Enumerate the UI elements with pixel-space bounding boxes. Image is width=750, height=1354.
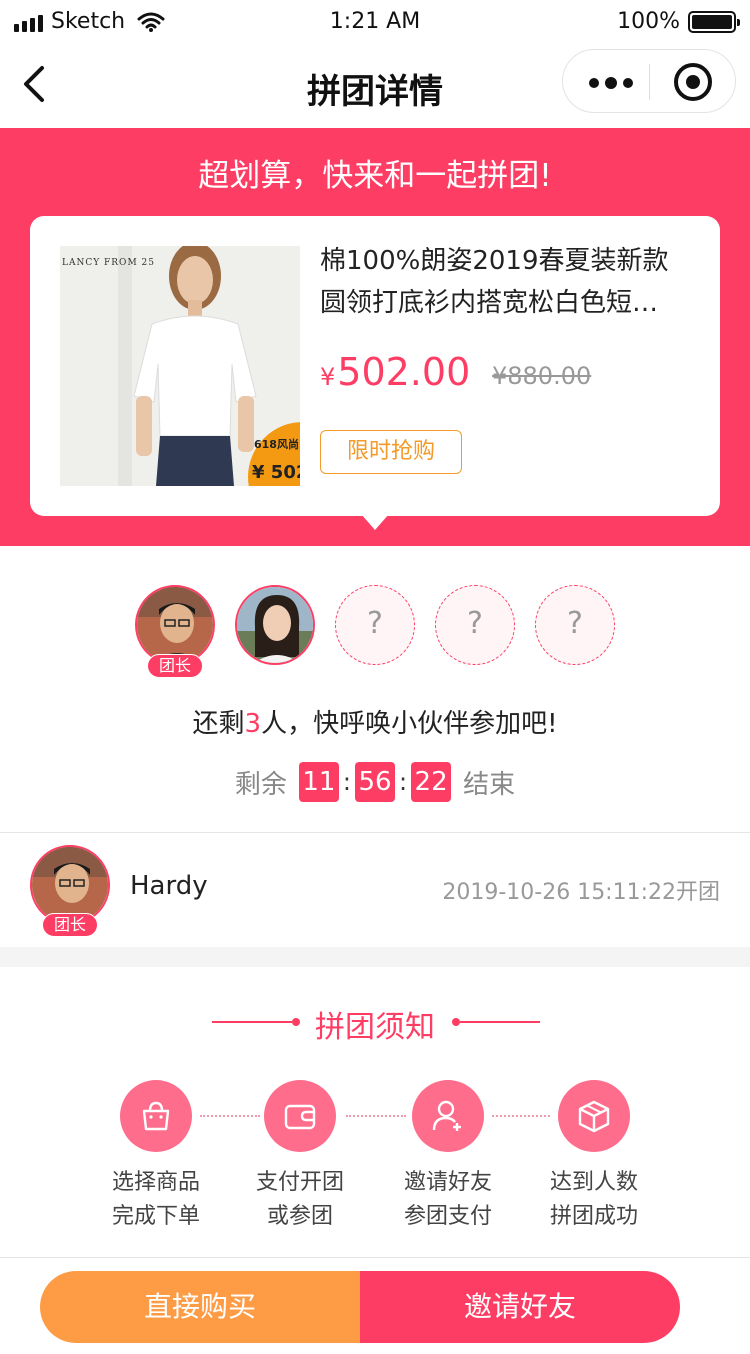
rules-line-right — [460, 1021, 540, 1023]
countdown-colon: : — [399, 768, 408, 796]
leader-badge: 团长 — [42, 913, 98, 937]
member-avatar-2[interactable] — [235, 585, 315, 665]
rule-step-line2: 拼团成功 — [549, 1204, 638, 1229]
countdown-seconds: 22 — [411, 762, 452, 802]
more-icon[interactable] — [589, 77, 633, 89]
rule-step-line1: 达到人数 — [549, 1170, 638, 1195]
promo-banner: 超划算，快来和一起拼团! LANCY FROM 25 618风尚日 — [0, 128, 750, 546]
remaining-people-text: 还剩3人，快呼唤小伙伴参加吧! — [0, 703, 750, 740]
rule-step-text: 选择商品 完成下单 — [86, 1166, 226, 1234]
remain-count: 3 — [244, 709, 262, 739]
member-slot-empty[interactable]: ? — [335, 585, 415, 665]
avatar — [237, 587, 313, 663]
box-icon — [558, 1080, 630, 1152]
status-right: 100% — [617, 9, 740, 34]
rule-step-text: 邀请好友 参团支付 — [378, 1166, 518, 1234]
group-open-time: 2019-10-26 15:11:22开团 — [442, 880, 720, 905]
rule-step-line1: 选择商品 — [111, 1170, 200, 1195]
member-slot-empty[interactable]: ? — [535, 585, 615, 665]
rule-step-line2: 参团支付 — [403, 1204, 492, 1229]
price-value: 502.00 — [337, 350, 471, 394]
rule-step-text: 支付开团 或参团 — [230, 1166, 370, 1234]
close-target-icon[interactable] — [674, 63, 712, 101]
remain-prefix: 还剩 — [192, 709, 245, 739]
battery-icon — [688, 10, 740, 33]
battery-percent: 100% — [617, 9, 680, 34]
group-members: ? ? ? — [0, 585, 750, 675]
rule-step-text: 达到人数 拼团成功 — [524, 1166, 664, 1234]
badge-price: ¥ 502 — [252, 462, 300, 483]
leader-row: 团长 Hardy 2019-10-26 15:11:22开团 — [0, 833, 750, 947]
mini-program-capsule — [562, 49, 736, 113]
capsule-divider — [649, 64, 650, 100]
product-title-line2: 圆领打底衫内搭宽松白色短… — [320, 288, 659, 318]
countdown-timer: 剩余 11 : 56 : 22 结束 — [0, 762, 750, 802]
flash-sale-tag[interactable]: 限时抢购 — [320, 430, 462, 474]
invite-friends-button[interactable]: 邀请好友 — [360, 1271, 680, 1343]
countdown-hours: 11 — [298, 762, 339, 802]
rules-steps: 选择商品 完成下单 支付开团 或参团 邀请好友 参团支付 达到人数 拼团成功 — [0, 1080, 750, 1240]
banner-slogan: 超划算，快来和一起拼团! — [198, 158, 552, 194]
section-separator — [0, 947, 750, 967]
rules-dot-right — [452, 1018, 460, 1026]
rule-step-3: 邀请好友 参团支付 — [378, 1080, 518, 1234]
wallet-icon — [264, 1080, 336, 1152]
member-avatar-leader[interactable] — [135, 585, 215, 665]
badge-text: 618风尚日 — [254, 438, 300, 451]
product-title-line1: 棉100%朗姿2019春夏装新款 — [320, 246, 669, 276]
rule-step-1: 选择商品 完成下单 — [86, 1080, 226, 1234]
bottom-bar-divider — [0, 1257, 750, 1258]
rule-step-line2: 完成下单 — [111, 1204, 200, 1229]
group-price: ¥502.00 — [320, 350, 470, 394]
product-image-brand: LANCY FROM 25 — [62, 258, 155, 268]
card-pointer — [361, 514, 389, 530]
buy-now-button[interactable]: 直接购买 — [40, 1271, 360, 1343]
member-slot-empty[interactable]: ? — [435, 585, 515, 665]
countdown-colon: : — [342, 768, 351, 796]
nav-bar: 拼团详情 — [0, 44, 750, 128]
leader-name: Hardy — [130, 871, 208, 901]
product-title[interactable]: 棉100%朗姿2019春夏装新款 圆领打底衫内搭宽松白色短… — [320, 240, 692, 324]
rules-header: 拼团须知 — [0, 1002, 750, 1045]
countdown-label: 剩余 — [234, 769, 287, 800]
leader-badge: 团长 — [147, 654, 203, 678]
countdown-minutes: 56 — [355, 762, 395, 802]
rules-title: 拼团须知 — [315, 1010, 435, 1045]
rule-step-line1: 支付开团 — [255, 1170, 344, 1195]
original-price: ¥880.00 — [492, 362, 592, 390]
rule-step-line2: 或参团 — [266, 1204, 333, 1229]
add-user-icon — [412, 1080, 484, 1152]
product-card[interactable]: LANCY FROM 25 618风尚日 ¥ 502 棉100%朗姿2019春夏… — [30, 216, 720, 516]
rule-step-4: 达到人数 拼团成功 — [524, 1080, 664, 1234]
shopping-bag-icon — [120, 1080, 192, 1152]
countdown-end-label: 结束 — [463, 769, 516, 800]
status-bar: Sketch 1:21 AM 100% — [0, 0, 750, 44]
product-image[interactable]: LANCY FROM 25 618风尚日 ¥ 502 — [60, 246, 300, 486]
price-symbol: ¥ — [320, 363, 336, 391]
remain-suffix: 人，快呼唤小伙伴参加吧! — [261, 709, 558, 739]
rule-step-line1: 邀请好友 — [403, 1170, 492, 1195]
rule-step-2: 支付开团 或参团 — [230, 1080, 370, 1234]
